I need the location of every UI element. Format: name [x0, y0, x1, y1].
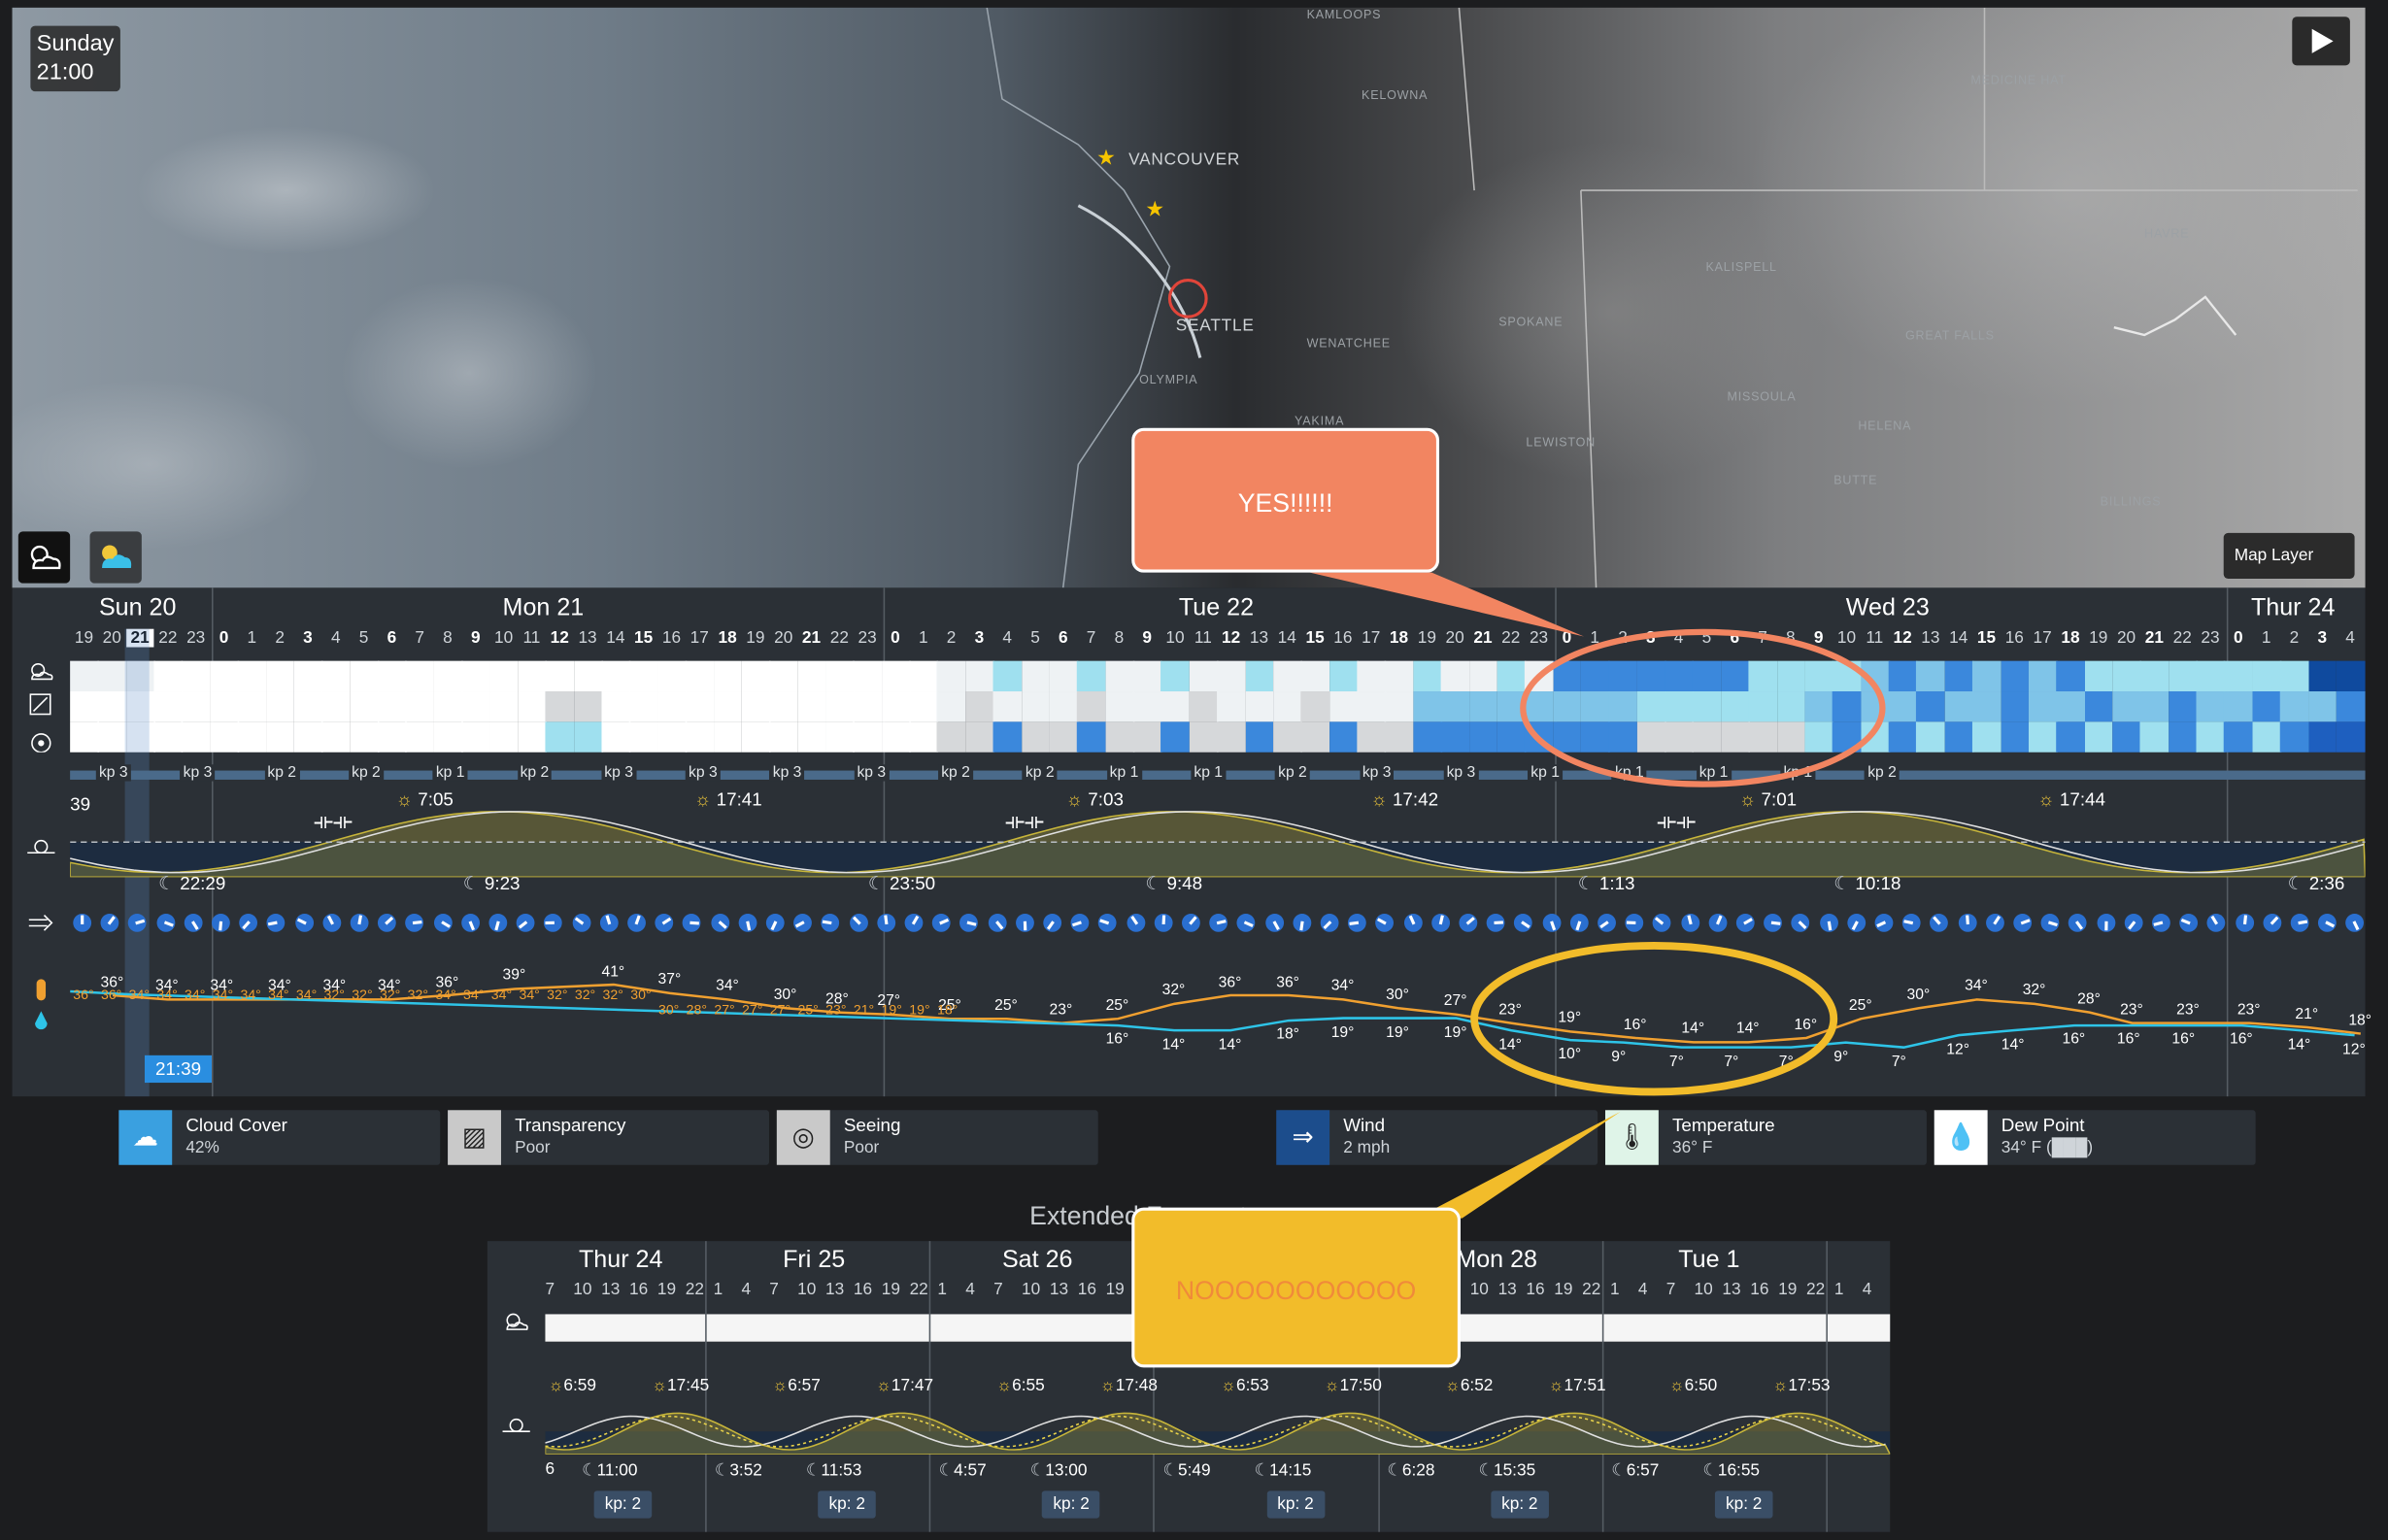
no-callout: NOOOOOOOOOOO [1131, 1207, 1461, 1368]
yes-callout: YES!!!!!! [1131, 427, 1440, 573]
